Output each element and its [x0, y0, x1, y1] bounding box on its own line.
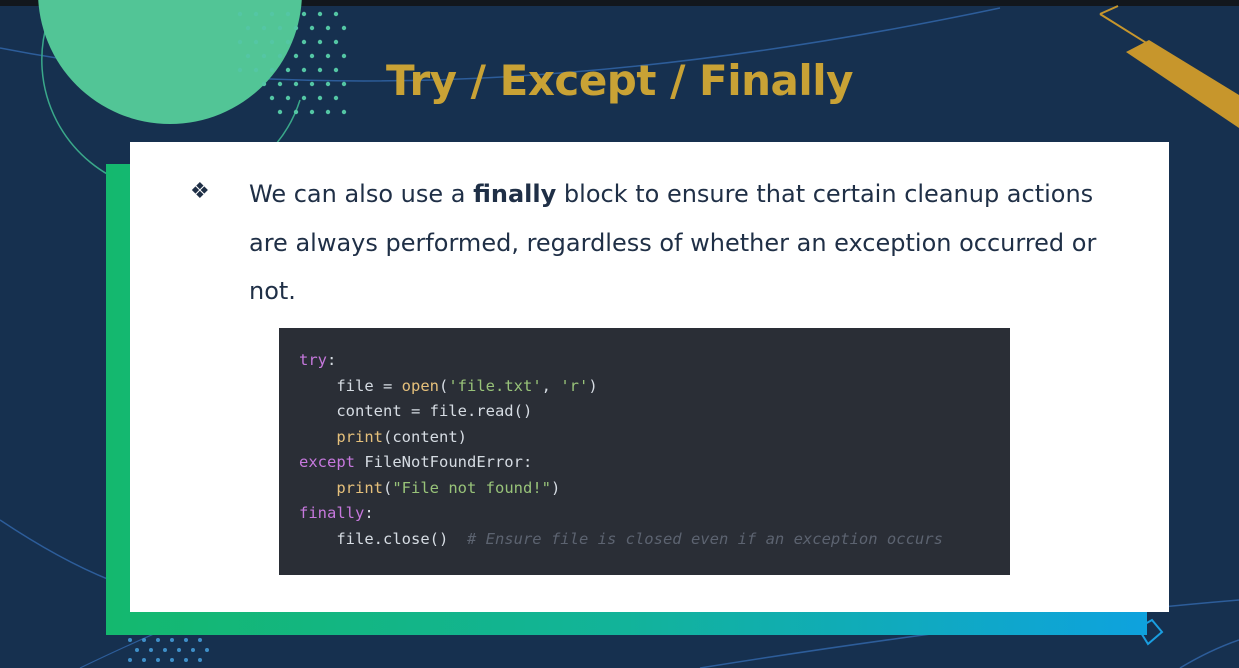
decorative-dot: [142, 658, 146, 662]
code-line-4: print(content): [299, 428, 467, 446]
decorative-dot: [135, 648, 139, 652]
code-text: file.close(): [299, 529, 467, 548]
decorative-dot: [184, 638, 188, 642]
code-function: print: [336, 427, 383, 446]
code-string: 'r': [560, 376, 589, 395]
decorative-dot: [191, 648, 195, 652]
decorative-dot: [177, 648, 181, 652]
code-function: open: [401, 376, 439, 395]
decorative-dot: [293, 25, 299, 31]
decorative-dot: [285, 39, 291, 45]
decorative-dot: [198, 638, 202, 642]
decorative-dot: [149, 648, 153, 652]
code-line-1: try:: [299, 351, 336, 369]
decorative-dot: [261, 25, 267, 31]
decorative-dot: [277, 109, 283, 115]
decorative-dot: [333, 11, 339, 17]
code-text: (content): [383, 427, 467, 446]
decorative-dot: [156, 638, 160, 642]
decorative-dot: [163, 648, 167, 652]
decorative-dot: [269, 39, 275, 45]
decorative-dot: [317, 11, 323, 17]
code-line-7: finally:: [299, 504, 374, 522]
decorative-dot: [301, 11, 307, 17]
code-text: (: [438, 376, 449, 395]
code-line-6: print("File not found!"): [299, 479, 560, 497]
decorative-dot: [301, 39, 307, 45]
code-text: file =: [336, 376, 402, 395]
code-text: :: [327, 351, 337, 369]
decorative-dot: [309, 25, 315, 31]
code-line-5: except FileNotFoundError:: [299, 453, 532, 471]
decorative-dot: [205, 648, 209, 652]
code-text: ): [588, 376, 598, 395]
code-line-2: file = open('file.txt', 'r'): [299, 376, 598, 395]
decorative-dot: [253, 39, 259, 45]
decorative-dot: [170, 638, 174, 642]
bullet-text-start: We can also use a: [249, 180, 474, 208]
decorative-dot: [325, 109, 331, 115]
bullet-diamond-icon: ❖: [190, 178, 210, 203]
code-keyword: finally: [299, 504, 365, 522]
dot-pattern-bottom: [128, 638, 209, 662]
decorative-dot: [245, 25, 251, 31]
decorative-dot: [128, 658, 132, 662]
code-keyword: try: [299, 351, 327, 369]
decorative-dot: [277, 25, 283, 31]
decorative-dot: [325, 25, 331, 31]
bullet-text: We can also use a finally block to ensur…: [249, 170, 1109, 316]
decorative-dot: [156, 658, 160, 662]
decorative-dot: [309, 109, 315, 115]
decorative-dot: [285, 11, 291, 17]
decorative-dot: [341, 109, 347, 115]
decorative-dot: [142, 638, 146, 642]
decorative-dot: [198, 658, 202, 662]
code-text: ): [550, 478, 561, 497]
code-text: ,: [541, 376, 561, 395]
code-block: try: file = open('file.txt', 'r') conten…: [299, 348, 943, 552]
code-text: (: [383, 478, 393, 497]
gold-accent-line: [1099, 5, 1149, 45]
code-text: FileNotFoundError:: [355, 453, 533, 471]
decorative-line: [0, 519, 111, 581]
decorative-dot: [317, 39, 323, 45]
decorative-dot: [269, 11, 275, 17]
decorative-dot: [293, 109, 299, 115]
code-string: "File not found!": [392, 478, 551, 497]
code-function: print: [336, 478, 383, 497]
decorative-dot: [128, 638, 132, 642]
decorative-dot: [253, 11, 259, 17]
code-text: :: [364, 504, 374, 522]
code-keyword: except: [299, 453, 355, 471]
code-line-3: content = file.read(): [299, 402, 533, 420]
code-comment: # Ensure file is closed even if an excep…: [466, 529, 943, 548]
decorative-dot: [237, 11, 243, 17]
slide-title: Try / Except / Finally: [385, 56, 854, 105]
decorative-line: [1179, 639, 1239, 668]
decorative-dot: [341, 25, 347, 31]
decorative-dot: [184, 658, 188, 662]
code-line-8: file.close() # Ensure file is closed eve…: [299, 530, 943, 548]
decorative-dot: [333, 39, 339, 45]
decorative-dot: [237, 39, 243, 45]
slide: Try / Except / Finally ❖ We can also use…: [0, 0, 1239, 668]
bullet-text-bold: finally: [473, 180, 557, 208]
decorative-dot: [170, 658, 174, 662]
code-string: 'file.txt': [448, 376, 542, 395]
